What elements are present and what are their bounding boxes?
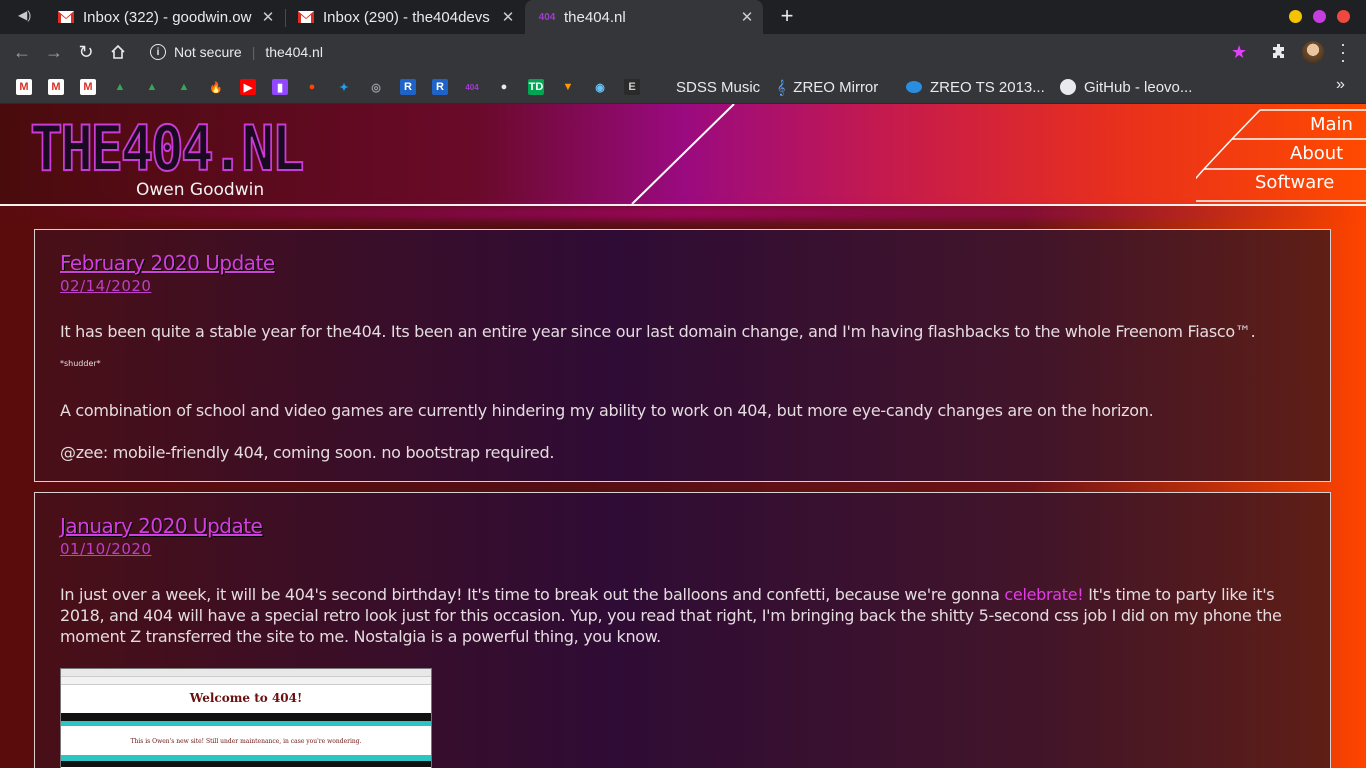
the404-icon: 404 [538,11,556,23]
nav-main[interactable]: Main [1310,114,1353,135]
url-text: the404.nl [265,44,323,60]
close-icon[interactable]: ✕ [737,8,757,26]
post-card: January 2020 Update 01/10/2020 In just o… [34,492,1331,768]
404-icon[interactable]: 404 [464,79,480,95]
screenshot-subtext: This is Owen's new site! Still under mai… [130,738,362,745]
tab-the404[interactable]: 404 the404.nl ✕ [525,0,763,34]
bookmark-label: GitHub - leovo... [1084,78,1193,96]
reddit-icon[interactable]: ● [304,79,320,95]
drive-icon[interactable]: ▲ [112,79,128,95]
tab-inbox-goodwin[interactable]: Inbox (322) - goodwin.ow ✕ [44,0,284,34]
post-date[interactable]: 02/14/2020 [60,277,151,295]
tab-strip: ◀) Inbox (322) - goodwin.ow ✕ Inbox (290… [0,0,1366,34]
site-logo[interactable]: THE404.NL [29,117,305,181]
td-icon[interactable]: TD [528,79,544,95]
aperture-icon[interactable]: ◎ [368,79,384,95]
forward-button[interactable]: → [38,36,70,68]
post-date[interactable]: 01/10/2020 [60,540,151,558]
nav-software[interactable]: Software [1255,172,1334,193]
avatar[interactable] [1302,41,1324,63]
close-icon[interactable]: ✕ [258,8,278,26]
github-icon[interactable]: ● [496,79,512,95]
bookmark-label: ZREO TS 2013... [930,78,1045,96]
drive-icon[interactable]: ▲ [176,79,192,95]
gmail-icon[interactable]: M [48,79,64,95]
post-small-text: *shudder* [60,359,101,368]
header-divider [631,104,735,205]
rl-icon[interactable]: R [400,79,416,95]
header-rule [0,204,1366,206]
extensions-icon[interactable] [1271,43,1287,63]
bookmark-github[interactable]: GitHub - leovo... [1060,77,1192,97]
address-bar[interactable]: i Not secure | the404.nl [138,37,1258,67]
back-button[interactable]: ← [6,36,38,68]
gmail-icon [298,9,314,25]
celebrate-highlight: celebrate! [1004,585,1084,604]
close-icon[interactable]: ✕ [498,8,518,26]
steam-icon[interactable]: ◉ [592,79,608,95]
screenshot-heading: Welcome to 404! [189,691,303,705]
menu-kebab-icon[interactable]: · · · [1338,35,1348,69]
twitter-icon[interactable]: ✦ [336,79,352,95]
browser-toolbar: ← → ↻ i Not secure | the404.nl ★ · · · [0,34,1366,70]
more-bookmarks-icon[interactable]: » [1336,76,1345,94]
post-paragraph: It has been quite a stable year for the4… [60,322,1256,341]
gmail-icon[interactable]: M [16,79,32,95]
tab-audio-icon[interactable]: ◀) [18,8,36,26]
post-paragraph: A combination of school and video games … [60,401,1154,420]
twitch-icon[interactable]: ▮ [272,79,288,95]
gmail-icon [58,9,74,25]
github-icon [1060,79,1076,95]
bookmark-zreo-mirror[interactable]: 𝄞 ZREO Mirror [777,77,878,97]
rl-icon[interactable]: R [432,79,448,95]
bookmark-zreo-ts[interactable]: ZREO TS 2013... [906,77,1045,97]
youtube-icon[interactable]: ▶ [240,79,256,95]
home-button[interactable] [102,36,134,68]
bookmarks-bar: M M M ▲ ▲ ▲ 🔥 ▶ ▮ ● ✦ ◎ R R 404 ● TD ▼ ◉ E SDSS Music 𝄞 ZRE… [0,70,1366,104]
drive-icon[interactable]: ▲ [144,79,160,95]
gmail-icon[interactable]: M [80,79,96,95]
epic-icon[interactable]: E [624,79,640,95]
firebase-icon[interactable]: 🔥 [208,79,224,95]
tab-title: Inbox (322) - goodwin.ow [83,8,252,26]
feeder-icon[interactable]: ▼ [560,79,576,95]
post-paragraph: In just over a week, it will be 404's se… [60,585,1282,646]
site-header: THE404.NL Owen Goodwin Main About Softwa… [0,104,1366,206]
page-viewport: THE404.NL Owen Goodwin Main About Softwa… [0,104,1366,768]
bookmark-label: SDSS Music [676,78,761,96]
post-title[interactable]: February 2020 Update [60,251,275,275]
post-paragraph: @zee: mobile-friendly 404, coming soon. … [60,443,555,462]
close-window-button[interactable] [1337,10,1350,23]
music-note-icon: 𝄞 [777,78,786,95]
tab-title: Inbox (290) - the404devs [323,8,490,26]
author-name: Owen Goodwin [136,180,265,200]
bookmark-label: ZREO Mirror [793,78,879,96]
tab-inbox-the404devs[interactable]: Inbox (290) - the404devs ✕ [284,0,524,34]
tab-title: the404.nl [564,8,626,26]
reload-button[interactable]: ↻ [70,36,102,68]
info-icon[interactable]: i [150,44,166,60]
minimize-button[interactable] [1289,10,1302,23]
security-label: Not secure [174,44,242,60]
nav-about[interactable]: About [1290,143,1343,164]
post-title[interactable]: January 2020 Update [60,514,263,538]
new-tab-button[interactable]: + [776,5,798,29]
maximize-button[interactable] [1313,10,1326,23]
post-card: February 2020 Update 02/14/2020 It has b… [34,229,1331,482]
bookmark-sdss-music[interactable]: SDSS Music [676,77,760,97]
teamspeak-icon [906,81,922,93]
retro-screenshot-image: Welcome to 404! This is Owen's new site!… [60,668,432,768]
bookmark-star-icon[interactable]: ★ [1231,42,1247,63]
